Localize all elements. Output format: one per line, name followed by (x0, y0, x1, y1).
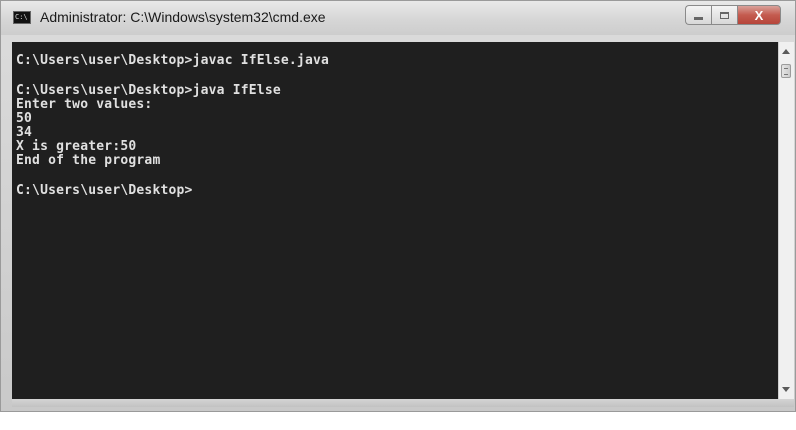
console-line: C:\Users\user\Desktop>java IfElse (16, 83, 281, 98)
console-output[interactable]: C:\Users\user\Desktop>javac IfElse.java … (12, 42, 778, 399)
maximize-button[interactable] (711, 5, 737, 25)
command-prompt-icon[interactable]: C:\ (13, 11, 31, 24)
console-prompt: C:\Users\user\Desktop> (16, 183, 193, 198)
caption-buttons: X (685, 5, 781, 27)
close-icon: X (754, 7, 764, 23)
maximize-icon (720, 11, 729, 19)
console-line: 34 (16, 125, 33, 140)
window-bottom-frame (12, 399, 794, 407)
console-line: Enter two values: (16, 97, 153, 112)
console-line: 50 (16, 111, 33, 126)
minimize-button[interactable] (685, 5, 711, 25)
close-button[interactable]: X (737, 5, 781, 25)
scroll-thumb[interactable] (781, 64, 791, 78)
console-line: C:\Users\user\Desktop>javac IfElse.java (16, 53, 330, 68)
window-title: Administrator: C:\Windows\system32\cmd.e… (40, 9, 326, 25)
minimize-icon (694, 17, 703, 20)
cmd-window: C:\ Administrator: C:\Windows\system32\c… (0, 0, 796, 412)
console-line: X is greater:50 (16, 139, 137, 154)
console-line: End of the program (16, 153, 161, 168)
title-bar[interactable]: C:\ Administrator: C:\Windows\system32\c… (1, 1, 795, 35)
scroll-up-arrow-icon[interactable] (782, 49, 790, 54)
vertical-scrollbar[interactable] (778, 42, 794, 399)
scroll-down-arrow-icon[interactable] (782, 387, 790, 392)
